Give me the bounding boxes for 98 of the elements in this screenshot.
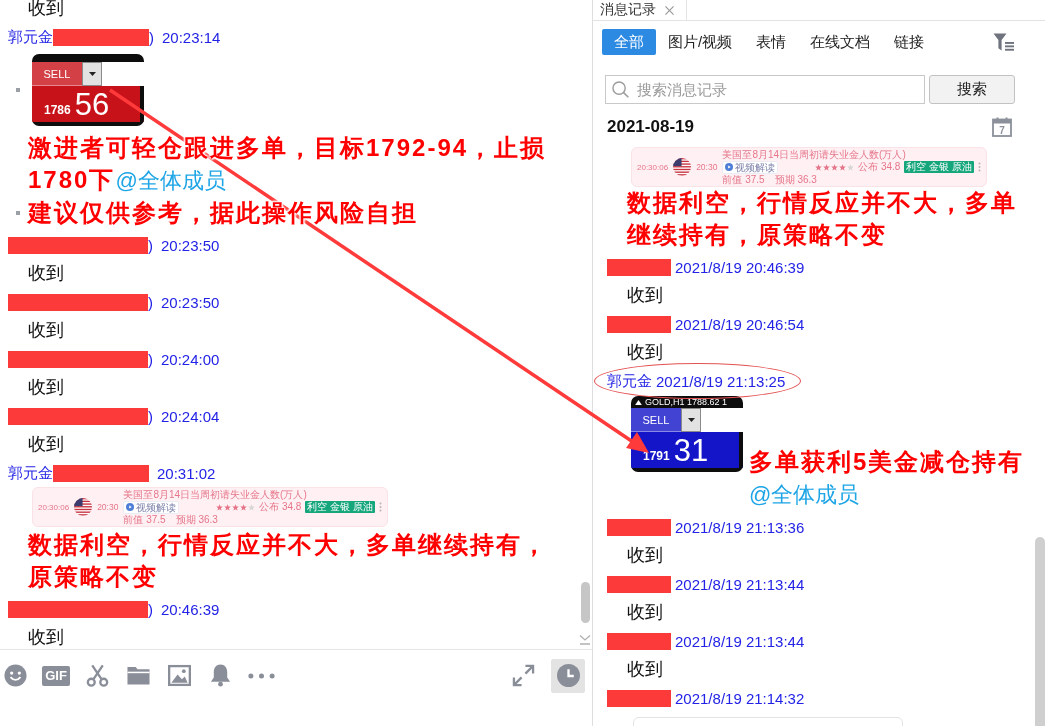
bell-icon (208, 664, 232, 687)
message-time: 20:31:02 (157, 464, 216, 482)
message-time: 20:24:00 (161, 350, 220, 368)
filter-tab[interactable]: 全部 (602, 29, 656, 55)
chart-title: GOLD,H1 1788.62 1 (645, 397, 728, 407)
history-tab[interactable]: 消息记录 (593, 0, 687, 20)
message-text: 收到 (28, 262, 64, 285)
message-text: 收到 (627, 285, 663, 305)
caret-icon (88, 72, 96, 76)
filter-tab[interactable]: 在线文档 (798, 29, 883, 55)
name-bracket: ) (148, 236, 153, 254)
filter-tab[interactable]: 图片/视频 (656, 29, 745, 55)
release-time: 20:30:06 (38, 502, 70, 512)
video-label: 视频解读 (735, 161, 776, 173)
message-time: 2021/8/19 21:13:36 (675, 518, 805, 536)
play-icon (725, 163, 734, 171)
expand-icon (511, 664, 535, 687)
price-label: 1791 (643, 449, 670, 463)
filter-icon[interactable] (993, 33, 1014, 51)
message-text: 收到 (28, 0, 64, 20)
sender-name[interactable]: 郭元金 (8, 463, 53, 483)
message-text: 收到 (28, 376, 64, 399)
message-time: 2021/8/19 20:46:39 (675, 258, 805, 276)
impact-tag: 利空 金银 原油 (305, 501, 375, 513)
message-text: 收到 (627, 602, 663, 622)
message-text: 收到 (28, 626, 64, 649)
filter-tab[interactable]: 链接 (882, 29, 937, 55)
input-field (701, 408, 743, 432)
alert-text: 数据利空，行情反应并不大，多单继续持有，原策略不变 (627, 188, 1018, 250)
input-field (102, 62, 144, 86)
message-time: 2021/8/19 21:14:32 (675, 689, 805, 707)
message-time: 20:23:14 (162, 28, 221, 46)
previous-value: 前值 37.5 (123, 514, 166, 525)
forecast-value: 预期 36.3 (774, 174, 817, 185)
image-icon (167, 664, 191, 687)
search-icon (612, 81, 629, 98)
caret-icon (687, 418, 695, 422)
message-text: 收到 (28, 433, 64, 456)
message-text: 收到 (627, 342, 663, 362)
order-side-label: SELL (32, 62, 82, 86)
close-icon[interactable] (665, 5, 674, 15)
price-digits: 56 (74, 88, 110, 122)
message-time: 2021/8/19 21:13:44 (675, 632, 805, 650)
actual-value: 公布 34.8 (259, 500, 302, 514)
message-text: 收到 (627, 659, 663, 679)
message-time: 2021/8/19 21:13:44 (675, 575, 805, 593)
release-time: 20:30:06 (637, 162, 669, 172)
more-icon[interactable] (379, 502, 382, 512)
message-time: 2021/8/19 21:13:25 (656, 372, 786, 390)
message-time: 20:23:50 (161, 293, 220, 311)
more-icon[interactable] (978, 162, 981, 172)
date-heading: 2021-08-19 (607, 117, 694, 137)
impact-tag: 利空 金银 原油 (904, 161, 974, 173)
event-title: 美国至8月14日当周初请失业金人数(万人) (722, 149, 907, 160)
more-icon (247, 672, 275, 679)
order-side-label: SELL (631, 408, 681, 432)
name-bracket: ) (148, 407, 153, 425)
message-time: 20:24:04 (161, 407, 220, 425)
message-time: 20:23:50 (161, 236, 220, 254)
name-bracket: ) (149, 28, 154, 46)
event-time: 20:30 (696, 162, 718, 172)
smiley-icon (3, 664, 27, 687)
sender-name[interactable]: 郭元金 (607, 371, 652, 391)
alert-text: 多单获利5美金减仓持有 @全体成员 (749, 447, 1026, 509)
filter-tab[interactable]: 表情 (744, 29, 799, 55)
scrollbar-thumb[interactable] (581, 582, 590, 623)
message-time: 20:46:39 (161, 600, 220, 618)
video-badge[interactable]: 视频解读 (722, 160, 779, 174)
name-bracket: ) (148, 350, 153, 368)
event-title: 美国至8月14日当周初请失业金人数(万人) (123, 489, 308, 500)
event-time: 20:30 (97, 502, 119, 512)
price-digits: 31 (673, 434, 709, 468)
folder-icon (126, 664, 150, 687)
video-label: 视频解读 (136, 501, 177, 513)
scroll-bottom-icon[interactable] (579, 634, 591, 645)
gif-label: GIF (42, 665, 70, 686)
alert-text: 数据利空，行情反应并不大，多单继续持有，原策略不变 (28, 530, 549, 592)
history-button[interactable] (551, 658, 585, 693)
play-icon (126, 503, 135, 511)
video-badge[interactable]: 视频解读 (123, 500, 180, 514)
search-button[interactable]: 搜索 (929, 75, 1015, 104)
flag-icon (74, 498, 93, 516)
sender-name[interactable]: 郭元金 (8, 27, 53, 47)
search-field[interactable]: 搜索消息记录 (605, 75, 925, 104)
actual-value: 公布 34.8 (858, 160, 901, 174)
message-text: 收到 (28, 319, 64, 342)
forecast-value: 预期 36.3 (175, 514, 218, 525)
scrollbar-thumb[interactable] (1035, 537, 1045, 726)
name-bracket: ) (148, 293, 153, 311)
price-label: 1786 (44, 103, 71, 117)
name-bracket: ) (148, 600, 153, 618)
flag-icon (673, 158, 692, 176)
triangle-icon (635, 399, 642, 405)
message-text: 收到 (627, 545, 663, 565)
previous-value: 前值 37.5 (722, 174, 765, 185)
clock-icon (556, 664, 580, 687)
message-time: 2021/8/19 20:46:54 (675, 315, 805, 333)
scissors-icon (85, 664, 109, 687)
